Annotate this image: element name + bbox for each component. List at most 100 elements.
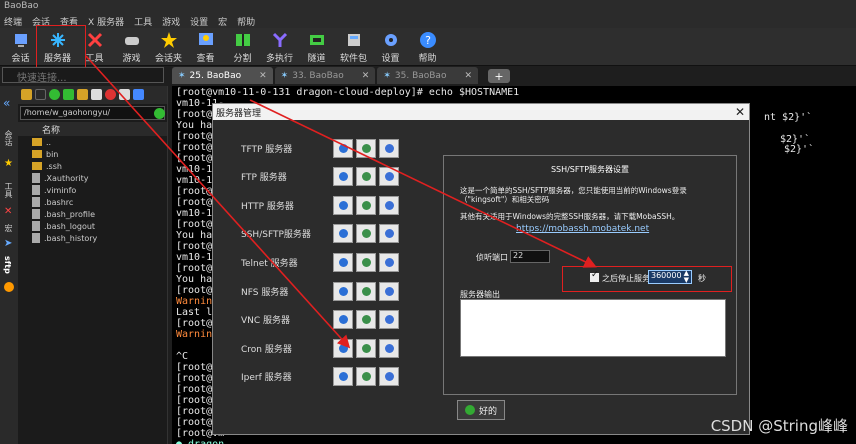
server-output-box[interactable]	[460, 299, 726, 357]
start-button[interactable]	[333, 281, 353, 301]
sync-icon[interactable]	[154, 108, 165, 119]
start-button[interactable]	[333, 195, 353, 215]
download-icon[interactable]	[35, 89, 46, 100]
toolbar-button-5[interactable]: 查看	[187, 28, 224, 66]
start-button[interactable]	[333, 138, 353, 158]
start-button[interactable]	[333, 167, 353, 187]
file-row[interactable]: .bash_profile	[18, 208, 167, 220]
toolbar-button-6[interactable]: 分割	[224, 28, 261, 66]
tab-session-25[interactable]: ✶ 25. BaoBao ✕	[172, 67, 273, 84]
stop-seconds-spinner[interactable]: 360000 ▲ ▼	[648, 270, 692, 284]
send-icon[interactable]: ➤	[4, 238, 12, 249]
menu-macros[interactable]: 宏	[218, 15, 227, 28]
toolbar-label: 会话	[11, 54, 30, 64]
start-button[interactable]	[333, 367, 353, 387]
settings-button[interactable]	[379, 310, 399, 330]
close-icon[interactable]: ✕	[464, 71, 472, 81]
new-folder-icon[interactable]	[77, 89, 88, 100]
session-tabs: ✶ 25. BaoBao ✕ ✶ 33. BaoBao ✕ ✶ 35. BaoB…	[172, 67, 511, 84]
sidebar-tab-macros[interactable]: 宏	[3, 224, 14, 232]
tab-session-33[interactable]: ✶ 33. BaoBao ✕	[274, 67, 376, 84]
file-row[interactable]: .bash_logout	[18, 220, 167, 232]
stop-button[interactable]	[356, 338, 376, 358]
toolbar-button-0[interactable]: 会话	[2, 28, 39, 66]
packages-icon	[345, 31, 363, 49]
upload-icon[interactable]	[21, 89, 32, 100]
toolbar-button-9[interactable]: 软件包	[335, 28, 372, 66]
collapse-icon[interactable]: «	[3, 96, 10, 110]
toolbar-button-7[interactable]: 多执行	[261, 28, 298, 66]
tab-session-35[interactable]: ✶ 35. BaoBao ✕	[377, 67, 479, 84]
stop-unit-label: 秒	[698, 274, 706, 283]
start-button[interactable]	[333, 224, 353, 244]
menu-settings[interactable]: 设置	[190, 15, 208, 28]
file-row[interactable]: ..	[18, 136, 167, 148]
delete-icon[interactable]	[105, 89, 116, 100]
close-icon[interactable]: ✕	[735, 105, 745, 119]
sidebar-tab-tools[interactable]: 工具	[3, 182, 14, 198]
ok-button[interactable]: 好的	[457, 400, 505, 420]
stop-button[interactable]	[356, 367, 376, 387]
path-input[interactable]: /home/w_gaohongyu/	[20, 106, 165, 120]
stop-button[interactable]	[356, 252, 376, 272]
menu-tools[interactable]: 工具	[134, 15, 152, 28]
menu-xserver[interactable]: X 服务器	[88, 15, 124, 28]
settings-button[interactable]	[379, 224, 399, 244]
file-row[interactable]: .ssh	[18, 160, 167, 172]
quick-connect-input[interactable]: 快速连接...	[2, 67, 164, 84]
file-row[interactable]: .viminfo	[18, 184, 167, 196]
close-icon[interactable]: ✕	[362, 71, 370, 81]
rename-icon[interactable]	[119, 89, 130, 100]
star-icon[interactable]: ★	[4, 158, 13, 169]
settings-button[interactable]	[379, 167, 399, 187]
stop-button[interactable]	[356, 138, 376, 158]
file-row[interactable]: .bashrc	[18, 196, 167, 208]
toolbar-label: 多执行	[265, 54, 293, 64]
mobassh-link[interactable]: https://mobassh.mobatek.net	[516, 224, 649, 234]
sidebar-tab-sftp[interactable]: sftp	[3, 256, 12, 274]
home-icon[interactable]	[49, 89, 60, 100]
toolbar-button-11[interactable]: ? 帮助	[409, 28, 446, 66]
ssh-desc-1: 这是一个简单的SSH/SFTP服务器，您只能使用当前的Windows登录	[460, 186, 687, 195]
menu-terminal[interactable]: 终端	[4, 15, 22, 28]
file-row[interactable]: bin	[18, 148, 167, 160]
refresh-icon[interactable]	[63, 89, 74, 100]
stop-server-checkbox[interactable]: ✓	[590, 270, 599, 282]
toolbar-button-10[interactable]: 设置	[372, 28, 409, 66]
toolbar-button-3[interactable]: 游戏	[113, 28, 150, 66]
text-file-icon[interactable]	[133, 89, 144, 100]
file-icon	[32, 233, 40, 243]
start-button[interactable]	[333, 252, 353, 272]
toolbar-button-8[interactable]: 隧道	[298, 28, 335, 66]
menu-help[interactable]: 帮助	[237, 15, 255, 28]
new-file-icon[interactable]	[91, 89, 102, 100]
stop-button[interactable]	[356, 195, 376, 215]
settings-button[interactable]	[379, 252, 399, 272]
stop-button[interactable]	[356, 281, 376, 301]
service-label: Telnet 服务器	[241, 258, 298, 269]
menu-games[interactable]: 游戏	[162, 15, 180, 28]
settings-button[interactable]	[379, 195, 399, 215]
stop-button[interactable]	[356, 224, 376, 244]
start-button[interactable]	[333, 338, 353, 358]
file-row[interactable]: .Xauthority	[18, 172, 167, 184]
settings-button[interactable]	[379, 281, 399, 301]
stop-button[interactable]	[356, 167, 376, 187]
settings-button[interactable]	[379, 138, 399, 158]
settings-button[interactable]	[379, 367, 399, 387]
settings-button[interactable]	[379, 338, 399, 358]
toolbar-label: 工具	[85, 54, 104, 64]
start-button[interactable]	[333, 310, 353, 330]
new-tab-button[interactable]: +	[488, 69, 511, 83]
file-name: ..	[46, 137, 52, 147]
tools-icon[interactable]: ✕	[4, 206, 12, 217]
port-input[interactable]: 22	[510, 250, 550, 263]
sidebar-tab-sessions[interactable]: 会话	[3, 130, 14, 146]
stop-button[interactable]	[356, 310, 376, 330]
spinner-arrows-icon[interactable]: ▲ ▼	[684, 270, 689, 284]
close-icon[interactable]: ✕	[259, 71, 267, 81]
toolbar-button-4[interactable]: 会话夹	[150, 28, 187, 66]
column-header-name[interactable]: 名称	[18, 122, 167, 136]
play-icon	[338, 229, 348, 239]
file-row[interactable]: .bash_history	[18, 232, 167, 244]
